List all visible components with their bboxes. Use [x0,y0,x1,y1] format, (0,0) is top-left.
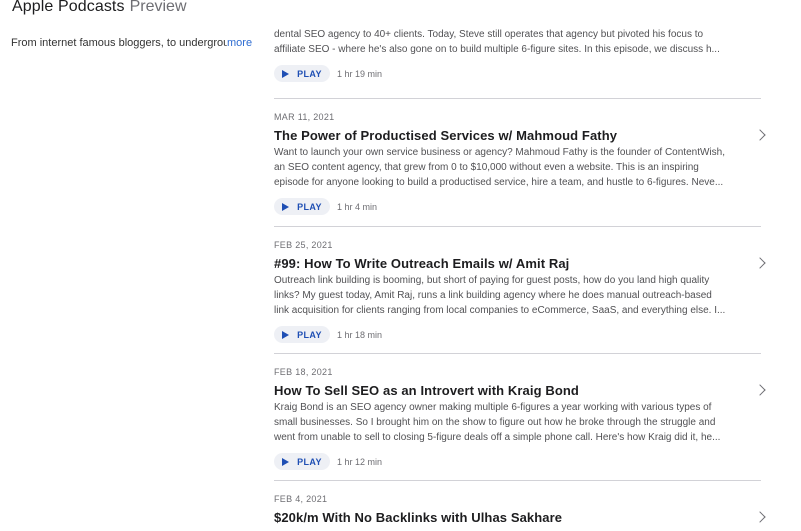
summary-line: Kraig Bond is an SEO agency owner making… [274,402,712,413]
summary-line: Outreach link building is booming, but s… [274,275,710,286]
play-label: PLAY [297,456,322,467]
play-label: PLAY [297,329,322,340]
episode-divider [274,353,761,354]
episode-item[interactable]: FEB 18, 2021 How To Sell SEO as an Intro… [274,367,766,470]
play-button[interactable]: PLAY [274,453,330,470]
episode-summary: dental SEO agency to 40+ clients. Today,… [274,27,748,57]
episode-date: FEB 25, 2021 [274,240,333,250]
play-icon [282,330,290,339]
play-label: PLAY [297,68,322,79]
summary-line: links? My guest today, Amit Raj, runs a … [274,290,712,301]
episode-summary: Kraig Bond is an SEO agency owner making… [274,400,748,445]
play-button[interactable]: PLAY [274,65,330,82]
episode-date: FEB 4, 2021 [274,494,328,504]
summary-line: link acquisition for clients ranging fro… [274,305,726,316]
play-row: PLAY 1 hr 4 min [274,198,762,215]
play-icon [282,202,290,211]
episode-date: MAR 11, 2021 [274,112,335,122]
episode-title[interactable]: How To Sell SEO as an Introvert with Kra… [274,383,762,398]
episode-item[interactable]: MAR 11, 2021 The Power of Productised Se… [274,112,766,215]
episode-item[interactable]: FEB 4, 2021 $20k/m With No Backlinks wit… [274,494,766,525]
episode-divider [274,226,761,227]
play-icon [282,457,290,466]
summary-line: Want to launch your own service business… [274,147,725,158]
episode-duration: 1 hr 19 min [337,68,383,79]
summary-line: went from unable to sell to closing 5-fi… [274,432,721,443]
episode-item: dental SEO agency to 40+ clients. Today,… [274,27,762,82]
play-button[interactable]: PLAY [274,326,330,343]
episode-duration: 1 hr 18 min [337,329,383,340]
episode-summary: Outreach link building is booming, but s… [274,273,748,318]
summary-line: small businesses. So I brought him on th… [274,417,716,428]
play-row: PLAY 1 hr 12 min [274,453,762,470]
podcast-description: From internet famous bloggers, to underg… [11,37,252,49]
episode-title[interactable]: $20k/m With No Backlinks with Ulhas Sakh… [274,510,762,525]
episode-summary: Want to launch your own service business… [274,145,748,190]
more-link[interactable]: more [227,37,252,49]
episode-duration: 1 hr 12 min [337,456,383,467]
description-text: From internet famous bloggers, to underg… [11,37,227,49]
play-icon [282,69,290,78]
summary-line: an SEO content agency, that grew from 0 … [274,162,699,173]
play-label: PLAY [297,201,322,212]
play-button[interactable]: PLAY [274,198,330,215]
episode-divider [274,480,761,481]
episode-divider [274,98,761,99]
summary-line: dental SEO agency to 40+ clients. Today,… [274,29,704,40]
sidebar: From internet famous bloggers, to underg… [0,0,258,531]
episode-duration: 1 hr 4 min [337,201,378,212]
summary-line: episode for anyone looking to build a pr… [274,177,724,188]
summary-line: affiliate SEO - where he's also gone on … [274,44,720,55]
episode-title[interactable]: The Power of Productised Services w/ Mah… [274,128,762,143]
play-row: PLAY 1 hr 18 min [274,326,762,343]
episode-date: FEB 18, 2021 [274,367,333,377]
episode-title[interactable]: #99: How To Write Outreach Emails w/ Ami… [274,256,762,271]
play-row: PLAY 1 hr 19 min [274,65,762,82]
episode-item[interactable]: FEB 25, 2021 #99: How To Write Outreach … [274,240,766,343]
